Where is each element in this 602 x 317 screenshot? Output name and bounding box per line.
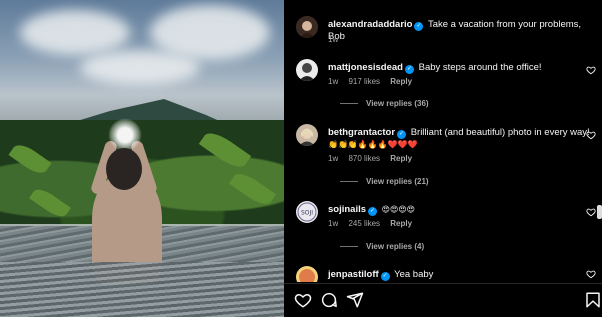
comment-item: jenpastiloff ✓ Yea baby bbox=[296, 266, 596, 282]
reply-button[interactable]: Reply bbox=[390, 154, 412, 163]
comment-text: Brilliant (and beautiful) photo in every… bbox=[410, 127, 590, 138]
comment-username[interactable]: jenpastiloff bbox=[328, 269, 379, 280]
comment-item: SOJI sojinails ✓ 😍😍😍😍 1w 245 likes Reply … bbox=[296, 201, 596, 256]
view-replies-button[interactable]: View replies (21) bbox=[340, 177, 429, 186]
reply-button[interactable]: Reply bbox=[390, 219, 412, 228]
view-replies-button[interactable]: View replies (36) bbox=[340, 99, 429, 108]
comment-age: 1w bbox=[328, 154, 339, 163]
verified-badge-icon: ✓ bbox=[397, 130, 407, 139]
comment-emoji-line: 👏👏👏🔥🔥🔥❤️❤️❤️ bbox=[328, 140, 418, 149]
comment-username[interactable]: bethgrantactor bbox=[328, 127, 395, 138]
commenter-avatar[interactable]: SOJI bbox=[296, 201, 318, 223]
comment-likes[interactable]: 917 likes bbox=[348, 77, 380, 86]
heart-icon[interactable] bbox=[586, 207, 596, 217]
replies-divider bbox=[340, 246, 358, 248]
comment-text: Yea baby bbox=[394, 269, 434, 280]
cloud bbox=[80, 50, 200, 85]
commenter-avatar[interactable] bbox=[296, 266, 318, 282]
heart-icon[interactable] bbox=[586, 65, 596, 75]
comment-meta: 1w 245 likes Reply bbox=[328, 219, 420, 228]
post-photo[interactable] bbox=[0, 0, 284, 317]
comments-panel: alexandradaddario ✓ Take a vacation from … bbox=[284, 0, 602, 317]
caption-meta: 1w bbox=[328, 35, 346, 44]
post-caption: alexandradaddario ✓ Take a vacation from … bbox=[296, 16, 596, 46]
author-avatar[interactable] bbox=[296, 16, 318, 38]
replies-divider bbox=[340, 181, 358, 183]
actions-divider bbox=[284, 283, 602, 284]
comment-age: 1w bbox=[328, 219, 339, 228]
heart-icon[interactable] bbox=[294, 291, 312, 309]
comment-meta: 1w 917 likes Reply bbox=[328, 77, 420, 86]
comment-age: 1w bbox=[328, 77, 339, 86]
water-splash bbox=[108, 118, 142, 152]
comment-likes[interactable]: 245 likes bbox=[348, 219, 380, 228]
bookmark-icon[interactable] bbox=[584, 291, 602, 309]
view-replies-label: View replies (36) bbox=[366, 99, 429, 108]
comment-icon[interactable] bbox=[320, 291, 338, 309]
commenter-avatar[interactable] bbox=[296, 59, 318, 81]
person-head bbox=[106, 148, 142, 190]
comment-likes[interactable]: 870 likes bbox=[348, 154, 380, 163]
cloud bbox=[20, 10, 130, 55]
svg-text:SOJI: SOJI bbox=[301, 210, 313, 217]
view-replies-button[interactable]: View replies (4) bbox=[340, 242, 424, 251]
verified-badge-icon: ✓ bbox=[368, 207, 378, 216]
caption-age: 1w bbox=[328, 35, 339, 44]
author-username[interactable]: alexandradaddario bbox=[328, 19, 412, 30]
heart-icon[interactable] bbox=[586, 269, 596, 279]
comment-item: bethgrantactor ✓ Brilliant (and beautiful… bbox=[296, 124, 596, 189]
replies-divider bbox=[340, 103, 358, 105]
view-replies-label: View replies (4) bbox=[366, 242, 425, 251]
comment-username[interactable]: mattjonesisdead bbox=[328, 62, 403, 73]
heart-icon[interactable] bbox=[586, 130, 596, 140]
share-icon[interactable] bbox=[346, 291, 364, 309]
comment-item: mattjonesisdead ✓ Baby steps around the o… bbox=[296, 59, 596, 114]
comment-meta: 1w 870 likes Reply bbox=[328, 154, 420, 163]
view-replies-label: View replies (21) bbox=[366, 177, 429, 186]
water-surface bbox=[0, 262, 284, 317]
verified-badge-icon: ✓ bbox=[380, 272, 390, 281]
comment-text: 😍😍😍😍 bbox=[381, 205, 416, 214]
reply-button[interactable]: Reply bbox=[390, 77, 412, 86]
post-action-bar bbox=[284, 288, 602, 312]
comment-username[interactable]: sojinails bbox=[328, 204, 366, 215]
scroll-handle[interactable] bbox=[597, 205, 602, 219]
commenter-avatar[interactable] bbox=[296, 124, 318, 146]
verified-badge-icon: ✓ bbox=[414, 22, 424, 31]
verified-badge-icon: ✓ bbox=[404, 65, 414, 74]
comment-text: Baby steps around the office! bbox=[418, 62, 542, 73]
